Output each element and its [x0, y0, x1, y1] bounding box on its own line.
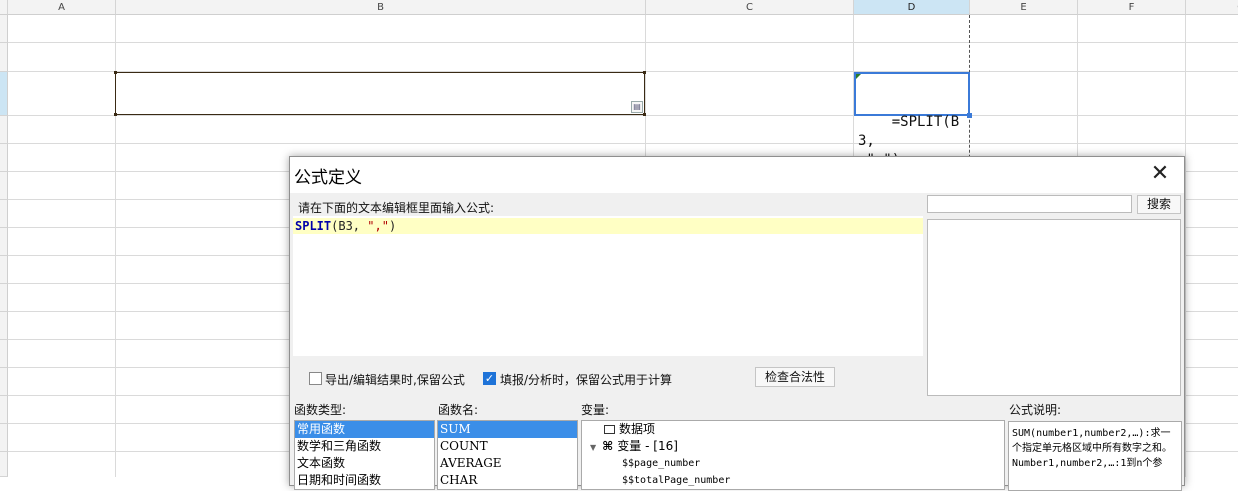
variable-tree[interactable]: 数据项 ▼ ⌘ 变量 - [16] $$page_number $$totalPag…: [581, 420, 1005, 490]
cell-b3[interactable]: ▤: [114, 71, 646, 116]
formula-marker-icon: [856, 74, 861, 79]
table-icon: [604, 425, 615, 434]
func-type-list[interactable]: 常用函数 数学和三角函数 文本函数 日期和时间函数: [294, 420, 435, 490]
row-header[interactable]: [0, 396, 8, 424]
formula-args: (B3,: [331, 219, 368, 233]
list-item[interactable]: 日期和时间函数: [295, 472, 434, 489]
description-text: Number1,number2,…:1到n个参: [1012, 458, 1163, 469]
column-header-e[interactable]: E: [970, 0, 1078, 15]
row-header[interactable]: [0, 172, 8, 200]
func-name-label: 函数名:: [438, 403, 479, 417]
row-header[interactable]: [0, 256, 8, 284]
row-header[interactable]: [0, 144, 8, 172]
grid-line: [8, 42, 1238, 43]
fill-handle[interactable]: [967, 113, 972, 118]
row-header[interactable]: [0, 200, 8, 228]
export-keep-formula-label[interactable]: 导出/编辑结果时,保留公式: [325, 371, 465, 388]
list-item[interactable]: COUNT: [438, 438, 577, 455]
row-header[interactable]: [0, 452, 8, 477]
row-header[interactable]: [0, 368, 8, 396]
fill-keep-formula-checkbox[interactable]: ✓: [483, 372, 496, 385]
cell-d3[interactable]: =SPLIT(B3, ","): [854, 72, 972, 168]
variable-icon: ⌘: [602, 439, 614, 453]
list-item[interactable]: AVERAGE: [438, 455, 577, 472]
row-header[interactable]: [0, 116, 8, 144]
column-header-d[interactable]: D: [854, 0, 970, 15]
validate-button[interactable]: 检查合法性: [755, 367, 835, 387]
row-header[interactable]: [0, 228, 8, 256]
row-header[interactable]: [0, 312, 8, 340]
column-header-c[interactable]: C: [646, 0, 854, 15]
dialog-title: 公式定义: [294, 168, 362, 188]
description-label: 公式说明:: [1009, 403, 1062, 417]
editor-prompt: 请在下面的文本编辑框里面输入公式:: [298, 201, 495, 215]
func-type-label: 函数类型:: [294, 403, 347, 417]
tree-item[interactable]: ▼ ⌘ 变量 - [16]: [582, 438, 1004, 455]
func-name-list[interactable]: SUM COUNT AVERAGE CHAR: [437, 420, 578, 490]
search-button[interactable]: 搜索: [1137, 195, 1181, 214]
tree-item[interactable]: $$totalPage_number: [582, 472, 1004, 489]
close-icon[interactable]: ✕: [1150, 163, 1170, 185]
export-keep-formula-checkbox[interactable]: [309, 372, 322, 385]
corner-header[interactable]: [0, 0, 8, 15]
list-item[interactable]: CHAR: [438, 472, 577, 489]
column-header-a[interactable]: A: [8, 0, 116, 15]
row-header[interactable]: [0, 43, 8, 72]
search-results-panel[interactable]: [927, 219, 1181, 396]
tree-item[interactable]: $$page_number: [582, 455, 1004, 472]
row-header[interactable]: [0, 340, 8, 368]
row-header-selected[interactable]: [0, 72, 8, 116]
grid-line: [1185, 15, 1186, 477]
row-header[interactable]: [0, 284, 8, 312]
formula-dialog: 公式定义 ✕ 请在下面的文本编辑框里面输入公式: SPLIT(B3, ",") …: [289, 156, 1185, 491]
dialog-titlebar[interactable]: 公式定义 ✕: [290, 157, 1184, 193]
formula-close: ): [388, 219, 397, 233]
variable-label: 变量:: [581, 403, 610, 417]
column-header-b[interactable]: B: [116, 0, 646, 15]
row-header[interactable]: [0, 424, 8, 452]
row-header[interactable]: [0, 15, 8, 43]
list-item[interactable]: SUM: [438, 421, 577, 438]
search-input[interactable]: [927, 195, 1132, 213]
formula-function: SPLIT: [295, 219, 332, 233]
list-item[interactable]: 数学和三角函数: [295, 438, 434, 455]
description-text: SUM(number1,number2,…):求一个指定单元格区域中所有数字之和…: [1012, 428, 1172, 454]
formula-string: ",": [367, 219, 389, 233]
grid-line: [8, 143, 1238, 144]
fill-keep-formula-label[interactable]: 填报/分析时，保留公式用于计算: [500, 371, 672, 388]
column-header-g[interactable]: G: [1186, 0, 1238, 15]
tree-item[interactable]: 数据项: [582, 421, 1004, 438]
formula-editor[interactable]: SPLIT(B3, ","): [293, 216, 923, 356]
list-item[interactable]: 文本函数: [295, 455, 434, 472]
grid-line: [8, 115, 1238, 116]
list-item[interactable]: 常用函数: [295, 421, 434, 438]
tree-item-label: 数据项: [619, 422, 656, 436]
column-header-f[interactable]: F: [1078, 0, 1186, 15]
formula-line[interactable]: SPLIT(B3, ","): [293, 218, 923, 234]
tree-item-label: 变量 - [16]: [617, 439, 678, 453]
cell-widget-icon[interactable]: ▤: [631, 101, 643, 113]
expand-arrow-icon[interactable]: ▼: [590, 443, 596, 452]
formula-description: SUM(number1,number2,…):求一个指定单元格区域中所有数字之和…: [1008, 421, 1182, 491]
